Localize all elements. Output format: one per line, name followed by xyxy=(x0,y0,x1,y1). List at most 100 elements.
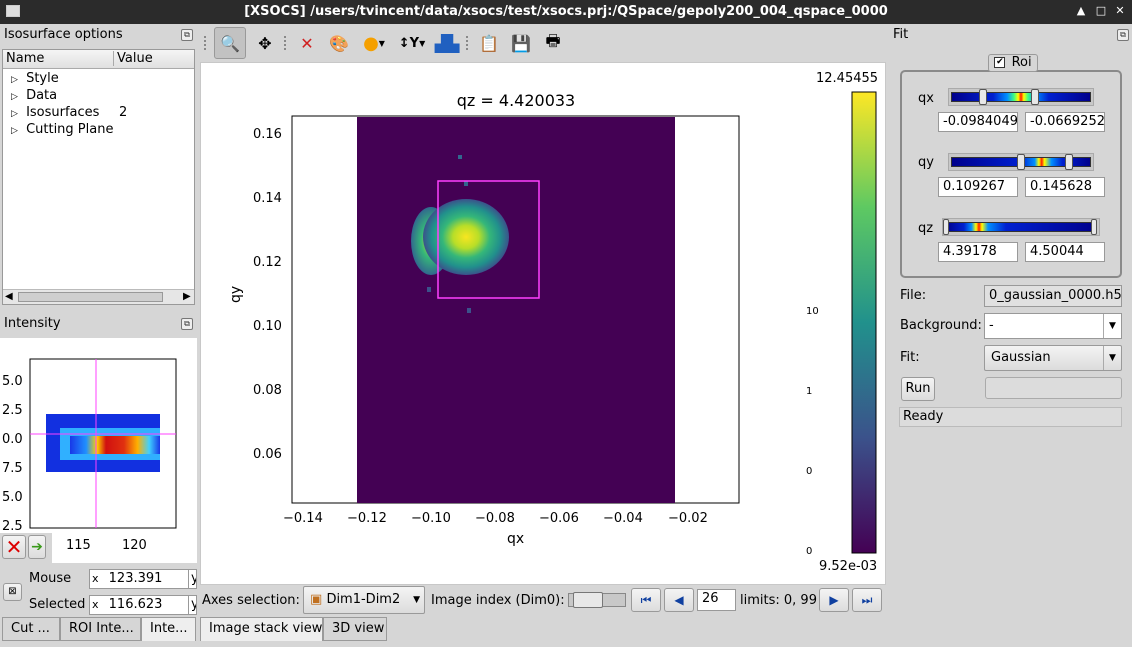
first-frame-button[interactable]: ⏮ xyxy=(631,588,661,612)
intensity-heat-core xyxy=(70,436,160,454)
image-data-area xyxy=(357,117,675,503)
qz-label: qz xyxy=(918,221,934,236)
fit-value: Gaussian xyxy=(991,350,1051,365)
iso-tree-header: Name Value xyxy=(3,50,194,69)
qx-range-slider[interactable] xyxy=(948,88,1094,106)
zoom-icon[interactable]: 🔍 xyxy=(214,27,246,59)
save-icon[interactable]: 💾 xyxy=(508,30,534,56)
background-combo[interactable]: - ▼ xyxy=(984,313,1122,339)
iso-tree[interactable]: Name Value ▷ Style ▷ Data ▷ Isosurfaces … xyxy=(2,49,195,305)
reset-zoom-icon[interactable]: ✕ xyxy=(294,30,320,56)
fit-combo[interactable]: Gaussian ▼ xyxy=(984,345,1122,371)
next-frame-button[interactable]: ▶ xyxy=(819,588,849,612)
fit-float-icon[interactable]: ⧉ xyxy=(1117,29,1129,41)
qx-max-handle[interactable] xyxy=(1031,89,1039,105)
tab-roi-intensity[interactable]: ROI Inte... xyxy=(60,617,141,641)
fit-status: Ready xyxy=(899,407,1122,427)
fit-title: Fit xyxy=(893,27,909,42)
y-stub: y xyxy=(188,570,196,588)
window-close-icon[interactable]: ✕ xyxy=(1112,3,1128,19)
apply-arrow-button[interactable]: ➔ xyxy=(28,535,46,559)
intensity-y-tick: 0.0 xyxy=(2,432,23,447)
qz-range-slider[interactable] xyxy=(942,218,1100,236)
col-value[interactable]: Value xyxy=(117,51,153,66)
marker-color-icon[interactable]: ● ▼ xyxy=(358,30,390,56)
image-index-field[interactable]: 26 xyxy=(697,589,736,611)
plot-x-tick: −0.08 xyxy=(475,511,515,526)
intensity-y-tick: 2.5 xyxy=(2,403,23,418)
clear-roi-button[interactable]: ✕ xyxy=(2,535,26,559)
qy-min-handle[interactable] xyxy=(1017,154,1025,170)
tree-item-isosurfaces[interactable]: ▷ Isosurfaces 2 xyxy=(11,104,191,121)
expand-icon[interactable]: ▷ xyxy=(11,126,18,136)
tab-intensity[interactable]: Inte... xyxy=(141,617,196,641)
run-button[interactable]: Run xyxy=(901,377,935,401)
tab-image-stack-view[interactable]: Image stack view xyxy=(200,617,323,641)
colorbar-min: 9.52e-03 xyxy=(819,559,878,574)
intensity-y-tick: 5.0 xyxy=(2,490,23,505)
qz-min-handle[interactable] xyxy=(943,219,949,235)
qz-range-bar xyxy=(945,222,1097,232)
qx-range-bar xyxy=(951,92,1091,102)
histogram-icon[interactable]: ▟▙ xyxy=(434,30,460,56)
qx-min-handle[interactable] xyxy=(979,89,987,105)
clear-positions-button[interactable]: ⊠ xyxy=(3,583,22,601)
scroll-thumb[interactable] xyxy=(18,292,163,302)
qx-max-field[interactable]: -0.0669252 xyxy=(1025,112,1105,132)
expand-icon[interactable]: ▷ xyxy=(11,92,18,102)
qy-max-handle[interactable] xyxy=(1065,154,1073,170)
roi-toggle[interactable]: ✔ Roi xyxy=(988,54,1038,72)
expand-icon[interactable]: ▷ xyxy=(11,109,18,119)
scroll-right-icon[interactable]: ▶ xyxy=(183,291,191,302)
intensity-title: Intensity xyxy=(4,316,61,331)
plot-x-tick: −0.12 xyxy=(347,511,387,526)
axes-selection-combo[interactable]: ▣ Dim1-Dim2 ▼ xyxy=(303,586,425,614)
tab-3d-view[interactable]: 3D view xyxy=(323,617,387,641)
intensity-plot[interactable] xyxy=(0,338,197,563)
plot-canvas[interactable]: qz = 4.420033 qx qy −0.14 −0.12 −0.10 −0… xyxy=(200,62,886,585)
qy-max-field[interactable]: 0.145628 xyxy=(1025,177,1105,197)
roi-label: Roi xyxy=(1011,55,1032,70)
tree-hscrollbar[interactable]: ◀ ▶ xyxy=(3,289,194,304)
checkbox-icon[interactable]: ✔ xyxy=(994,57,1006,68)
qy-min-field[interactable]: 0.109267 xyxy=(938,177,1018,197)
intensity-float-icon[interactable]: ⧉ xyxy=(181,318,193,330)
qx-label: qx xyxy=(918,91,934,106)
iso-float-icon[interactable]: ⧉ xyxy=(181,29,193,41)
copy-icon[interactable]: 📋 xyxy=(476,30,502,56)
qx-min-field[interactable]: -0.0984049 xyxy=(938,112,1018,132)
last-frame-button[interactable]: ⏭ xyxy=(852,588,882,612)
window-maximize-icon[interactable]: □ xyxy=(1093,3,1109,19)
slider-handle[interactable] xyxy=(573,592,603,608)
pan-icon[interactable]: ✥ xyxy=(252,30,278,56)
image-index-value: 26 xyxy=(702,591,719,606)
plot-ylabel: qy xyxy=(228,285,244,303)
qz-max-handle[interactable] xyxy=(1091,219,1097,235)
tree-item-data[interactable]: ▷ Data xyxy=(11,87,191,104)
qy-label: qy xyxy=(918,155,934,170)
chevron-down-icon: ▼ xyxy=(1103,314,1121,338)
colormap-icon[interactable]: 🎨 xyxy=(326,30,352,56)
tree-item-style[interactable]: ▷ Style xyxy=(11,70,191,87)
qy-range-slider[interactable] xyxy=(948,153,1094,171)
toolbar-grip xyxy=(466,36,470,50)
intensity-y-tick: 7.5 xyxy=(2,461,23,476)
window-up-icon[interactable]: ▲ xyxy=(1073,3,1089,19)
prev-frame-button[interactable]: ◀ xyxy=(664,588,694,612)
expand-icon[interactable]: ▷ xyxy=(11,75,18,85)
toolbar-grip xyxy=(284,36,288,50)
y-axis-icon[interactable]: ↕Y ▼ xyxy=(396,30,428,56)
cube-icon: ▣ xyxy=(310,592,323,607)
print-icon[interactable]: 🖶 xyxy=(540,30,566,56)
image-index-slider[interactable] xyxy=(568,592,626,608)
qz-min-field[interactable]: 4.39178 xyxy=(938,242,1018,262)
window-titlebar: [XSOCS] /users/tvincent/data/xsocs/test/… xyxy=(0,0,1132,24)
colorbar-tick: 0 xyxy=(806,466,813,477)
tab-cut[interactable]: Cut ... xyxy=(2,617,60,641)
x-prefix: x xyxy=(92,598,99,611)
plot-y-tick: 0.16 xyxy=(253,127,282,142)
qz-max-field[interactable]: 4.50044 xyxy=(1025,242,1105,262)
scroll-left-icon[interactable]: ◀ xyxy=(5,291,13,302)
tree-item-cutting-plane[interactable]: ▷ Cutting Plane xyxy=(11,121,191,138)
col-name[interactable]: Name xyxy=(6,51,114,66)
